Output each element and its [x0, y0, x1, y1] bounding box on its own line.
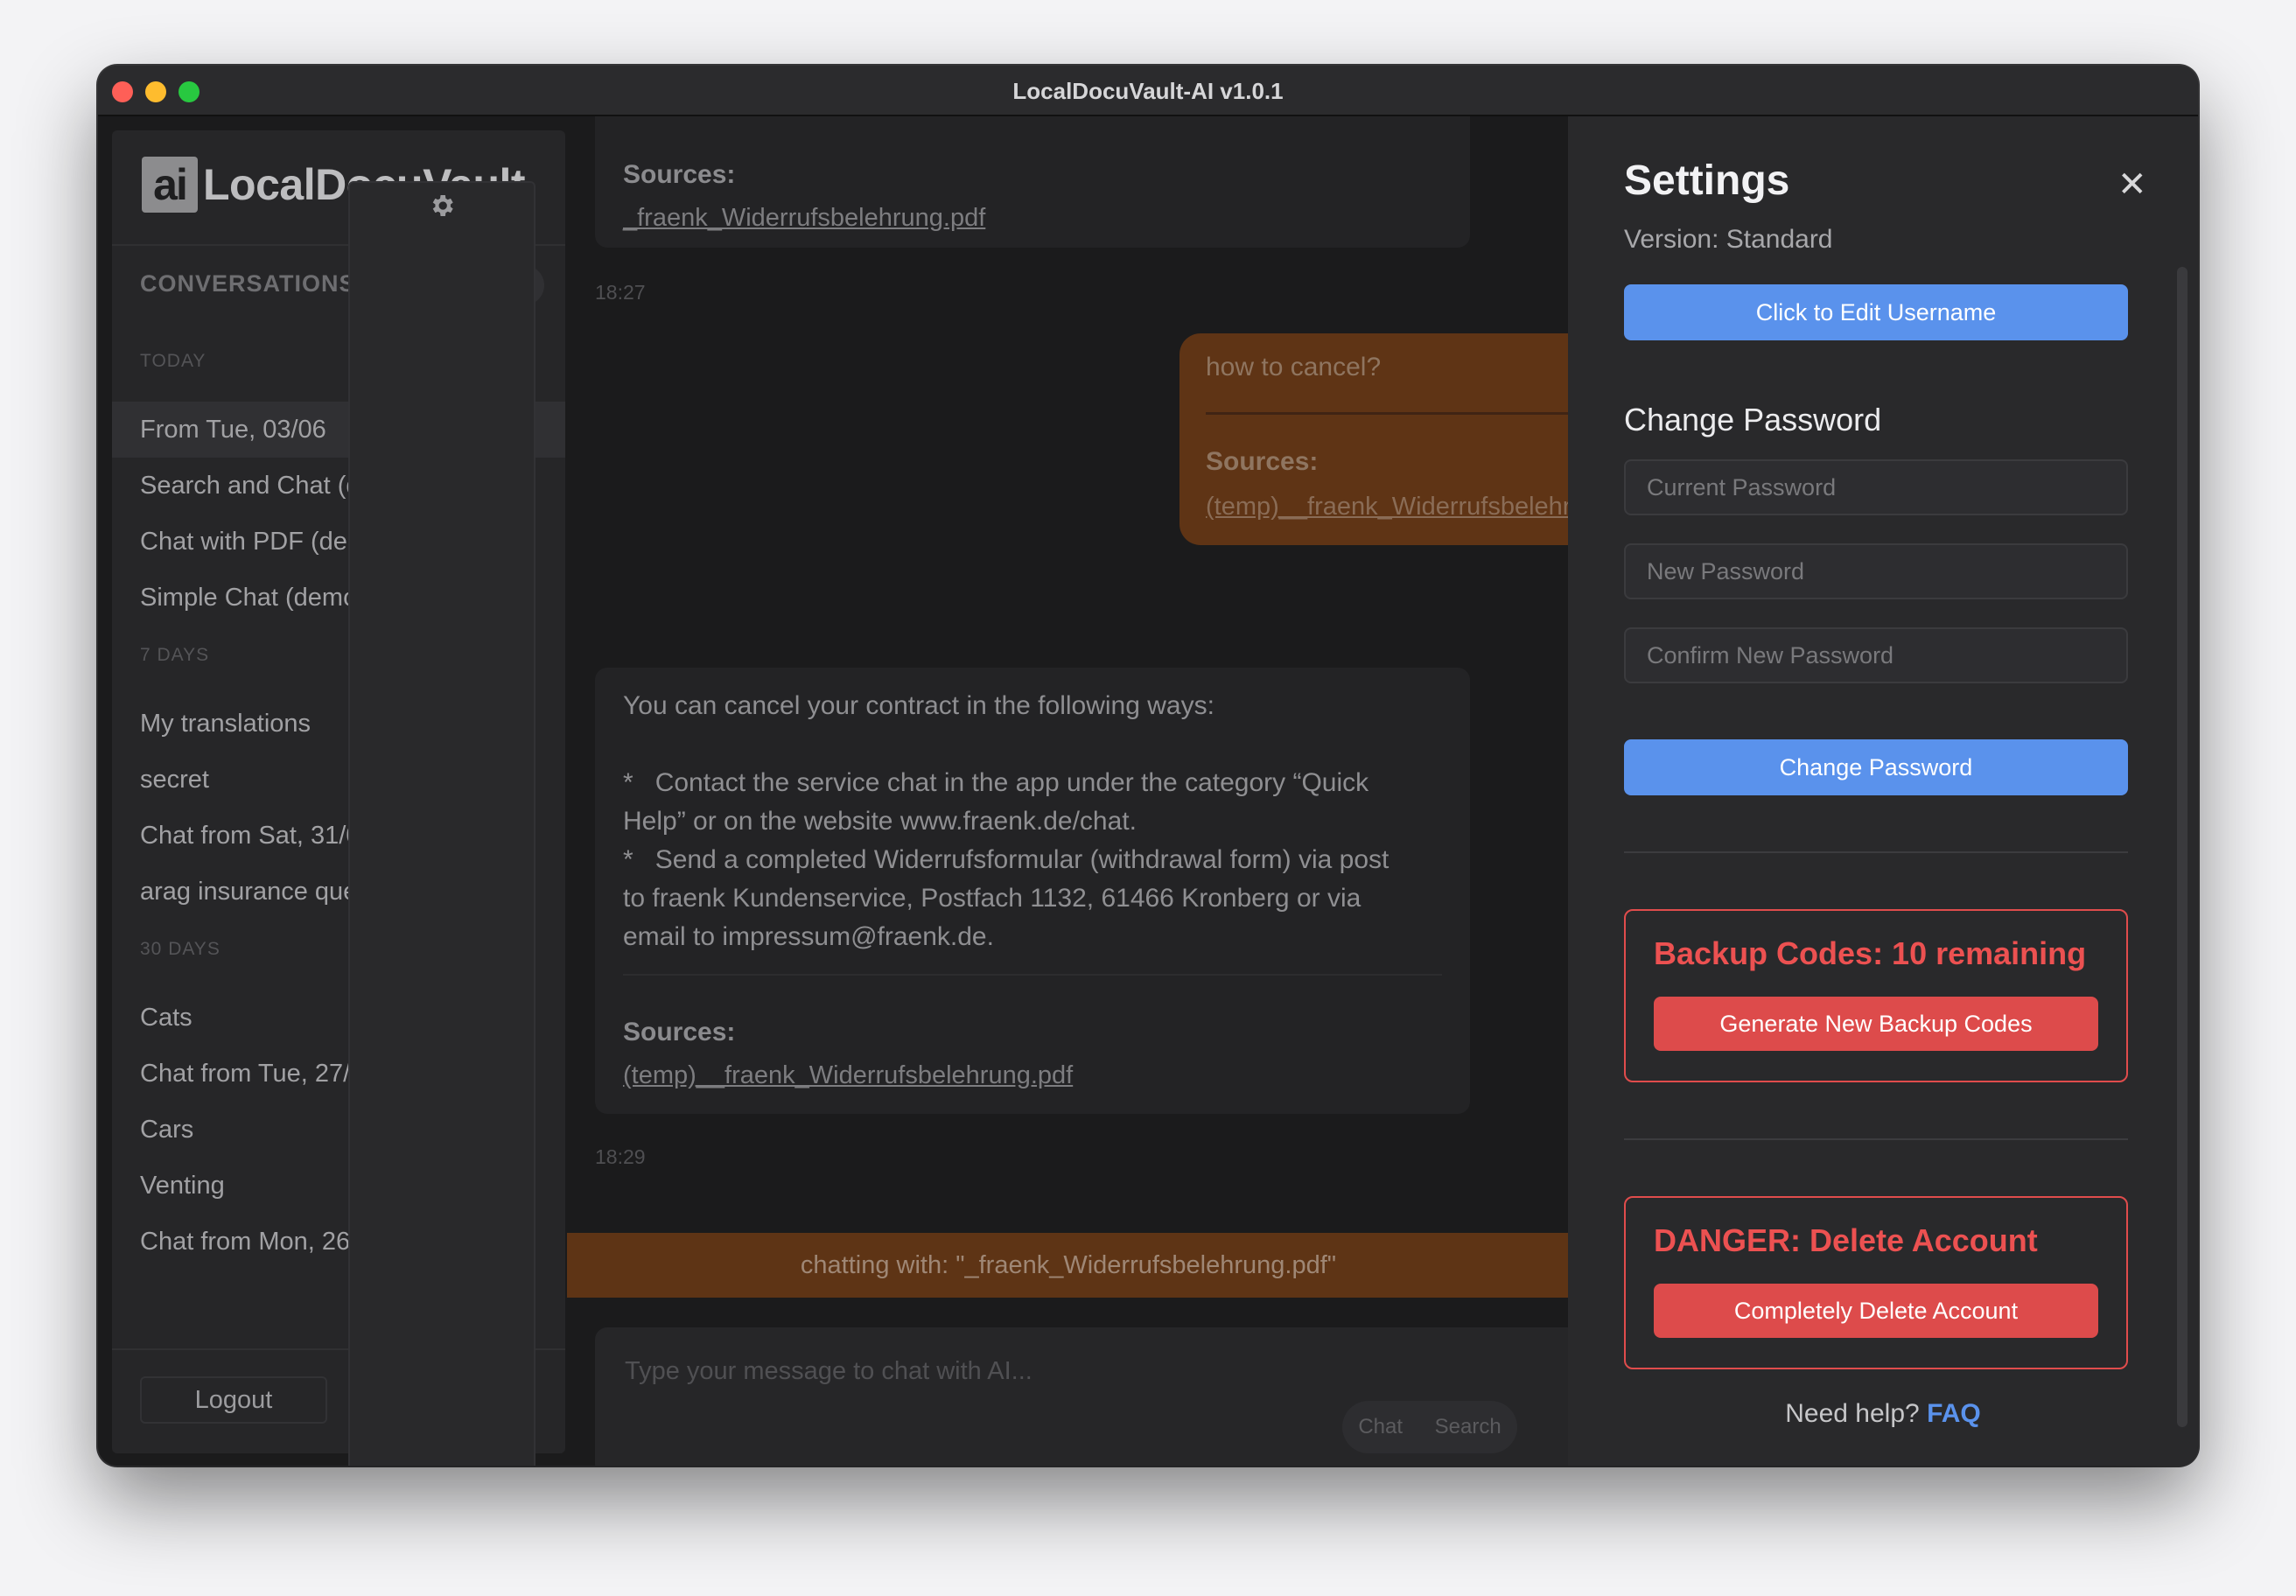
source-link[interactable]: (temp)__fraenk_Widerrufsbelehrung.pdf [623, 1061, 1073, 1090]
bullet-text: Send a completed Widerrufsformular (with… [654, 845, 1390, 874]
bullet-text: Contact the service chat in the app unde… [654, 768, 1369, 797]
chatting-with-banner: chatting with: "_fraenk_Widerrufsbelehru… [567, 1233, 1570, 1298]
logout-button[interactable]: Logout [140, 1376, 327, 1424]
logo-mark: ai [142, 157, 198, 213]
settings-divider [1624, 851, 2128, 853]
settings-panel: Settings ✕ Version: Standard Click to Ed… [1568, 116, 2198, 1466]
mode-search-option[interactable]: Search [1435, 1415, 1502, 1439]
mode-toggle: Chat Search [1342, 1401, 1517, 1453]
bullet-text: Help” or on the website www.fraenk.de/ch… [623, 807, 1137, 836]
group-label-7-days: 7 DAYS [140, 645, 210, 665]
sources-label: Sources: [1206, 447, 1319, 476]
assistant-message-card: Sources: _fraenk_Widerrufsbelehrung.pdf [595, 116, 1470, 248]
gear-icon [432, 195, 453, 217]
user-message-text: how to cancel? [1206, 353, 1382, 382]
settings-divider [1624, 1138, 2128, 1140]
answer-bullet: * Contact the service chat in the app un… [623, 764, 1454, 802]
message-composer: Chat Search [595, 1327, 1570, 1466]
message-timestamp: 18:27 [595, 281, 646, 304]
sources-label: Sources: [623, 160, 736, 189]
chat-area: Sources: _fraenk_Widerrufsbelehrung.pdf … [567, 116, 1656, 1466]
settings-scrollbar[interactable] [2177, 267, 2188, 1427]
version-label: Version: Standard [1624, 225, 1833, 254]
backup-codes-title: Backup Codes: 10 remaining [1654, 935, 2087, 971]
delete-account-button[interactable]: Completely Delete Account [1654, 1284, 2098, 1338]
help-line: Need help? FAQ [1568, 1399, 2198, 1429]
edit-username-button[interactable]: Click to Edit Username [1624, 284, 2128, 340]
answer-text: You can cancel your contract in the foll… [623, 687, 1454, 956]
faq-link[interactable]: FAQ [1927, 1399, 1981, 1428]
change-password-button[interactable]: Change Password [1624, 739, 2128, 795]
group-label-30-days: 30 DAYS [140, 939, 220, 959]
title-bar: LocalDocuVault-AI v1.0.1 [98, 66, 2198, 116]
answer-intro: You can cancel your contract in the foll… [623, 691, 1214, 720]
delete-account-title: DANGER: Delete Account [1654, 1222, 2038, 1258]
bullet-marker: * [623, 768, 634, 797]
settings-button[interactable] [348, 181, 536, 1466]
user-message-bubble: how to cancel? Sources: (temp)__fraenk_W… [1180, 333, 1656, 545]
change-password-heading: Change Password [1624, 402, 1882, 438]
message-timestamp: 18:29 [595, 1145, 646, 1168]
conversations-header: CONVERSATIONS [140, 270, 356, 297]
bubble-divider [1206, 412, 1617, 415]
close-icon[interactable]: ✕ [2118, 167, 2147, 202]
assistant-message-card: You can cancel your contract in the foll… [595, 668, 1470, 1114]
sidebar: ai LocalDocuVault CONVERSATIONS + TODAY … [112, 130, 565, 1466]
app-window: LocalDocuVault-AI v1.0.1 ai LocalDocuVau… [98, 66, 2198, 1466]
backup-codes-box: Backup Codes: 10 remaining Generate New … [1624, 909, 2128, 1082]
bullet-marker: * [623, 845, 634, 874]
new-password-field[interactable] [1624, 543, 2128, 599]
source-link[interactable]: _fraenk_Widerrufsbelehrung.pdf [623, 204, 985, 233]
generate-backup-codes-button[interactable]: Generate New Backup Codes [1654, 997, 2098, 1051]
delete-account-box: DANGER: Delete Account Completely Delete… [1624, 1196, 2128, 1369]
conversation-title: From Tue, 03/06 [140, 416, 326, 444]
bullet-text: email to impressum@fraenk.de. [623, 922, 994, 951]
group-label-today: TODAY [140, 351, 206, 371]
confirm-password-field[interactable] [1624, 627, 2128, 683]
window-title: LocalDocuVault-AI v1.0.1 [1012, 78, 1284, 104]
mode-chat-option[interactable]: Chat [1358, 1415, 1403, 1439]
current-password-field[interactable] [1624, 459, 2128, 515]
card-divider [623, 974, 1442, 976]
bullet-text: to fraenk Kundenservice, Postfach 1132, … [623, 884, 1362, 913]
sources-label: Sources: [623, 1018, 736, 1046]
answer-bullet: * Send a completed Widerrufsformular (wi… [623, 841, 1454, 879]
settings-title: Settings [1624, 158, 1790, 204]
help-text: Need help? [1785, 1399, 1920, 1428]
